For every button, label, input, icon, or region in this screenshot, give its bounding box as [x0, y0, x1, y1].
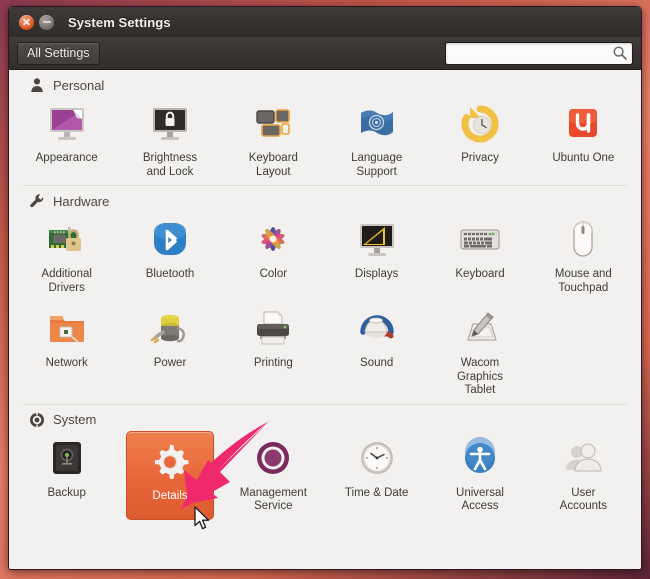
settings-item-printing[interactable]: Printing — [222, 301, 325, 404]
universal-access-icon — [456, 435, 504, 483]
section-title: System — [53, 412, 97, 427]
ubuntu-one-icon — [559, 100, 607, 148]
section-hardware: Hardware Additional Drivers Bluetooth Co… — [9, 185, 641, 404]
window-title: System Settings — [68, 14, 171, 30]
search-icon[interactable] — [612, 45, 628, 61]
section-header-hardware: Hardware — [9, 186, 641, 212]
mouse-touchpad-icon — [559, 216, 607, 264]
section-title: Hardware — [53, 193, 110, 209]
settings-item-privacy[interactable]: Privacy — [428, 96, 531, 185]
close-icon[interactable] — [19, 14, 34, 30]
system-grid: Backup Details Management Service Time &… — [9, 430, 641, 520]
item-label: Backup — [47, 486, 86, 499]
settings-item-time-and-date[interactable]: Time & Date — [325, 431, 428, 520]
item-label: Displays — [354, 268, 399, 280]
management-service-icon — [249, 435, 297, 483]
item-label: Printing — [253, 357, 293, 369]
privacy-icon — [456, 100, 504, 148]
network-icon — [43, 305, 91, 353]
section-system: System Backup Details Management Service… — [9, 403, 641, 520]
settings-item-additional-drivers[interactable]: Additional Drivers — [15, 212, 118, 301]
desktop-background: System Settings All Settings Personal Ap… — [0, 0, 650, 579]
system-icon — [29, 411, 45, 428]
item-label: Bluetooth — [145, 268, 195, 280]
color-icon — [249, 216, 297, 264]
settings-item-displays[interactable]: Displays — [325, 212, 428, 301]
keyboard-layout-icon — [249, 100, 297, 148]
person-icon — [29, 77, 45, 93]
item-label: Additional Drivers — [41, 268, 92, 294]
search-input[interactable] — [446, 43, 632, 64]
system-settings-window: System Settings All Settings Personal Ap… — [8, 6, 642, 570]
displays-icon — [353, 216, 401, 264]
settings-item-keyboard-layout[interactable]: Keyboard Layout — [222, 96, 325, 185]
all-settings-button[interactable]: All Settings — [17, 41, 100, 65]
keyboard-icon — [456, 216, 504, 264]
minimize-icon[interactable] — [39, 14, 54, 30]
item-label: Management Service — [239, 486, 307, 513]
settings-item-details[interactable]: Details — [126, 430, 214, 520]
item-label: Keyboard Layout — [248, 152, 298, 178]
bluetooth-icon — [146, 216, 194, 264]
power-icon — [146, 305, 194, 353]
item-label: Ubuntu One — [552, 152, 615, 164]
item-label: Power — [153, 357, 187, 369]
settings-item-ubuntu-one[interactable]: Ubuntu One — [532, 96, 635, 185]
backup-icon — [43, 435, 91, 483]
settings-item-bluetooth[interactable]: Bluetooth — [118, 212, 221, 301]
toolbar: All Settings — [9, 37, 641, 70]
item-label: User Accounts — [559, 486, 607, 513]
settings-item-appearance[interactable]: Appearance — [15, 96, 118, 185]
printing-icon — [249, 305, 297, 353]
hardware-grid: Additional Drivers Bluetooth Color Displ… — [9, 212, 641, 404]
item-label: Mouse and Touchpad — [554, 268, 612, 294]
hardware-grid-spacer — [532, 301, 635, 404]
section-personal: Personal Appearance Brightness and Lock … — [9, 70, 641, 185]
section-header-personal: Personal — [9, 70, 641, 96]
appearance-icon — [43, 100, 91, 148]
item-label: Wacom Graphics Tablet — [456, 357, 503, 396]
settings-item-mouse-and-touchpad[interactable]: Mouse and Touchpad — [532, 212, 635, 301]
details-gear-icon — [146, 438, 194, 486]
settings-item-network[interactable]: Network — [15, 301, 118, 404]
settings-item-color[interactable]: Color — [222, 212, 325, 301]
item-label: Color — [259, 268, 288, 280]
item-label: Details — [152, 489, 188, 502]
item-label: Privacy — [461, 152, 499, 164]
settings-item-backup[interactable]: Backup — [15, 431, 118, 520]
wacom-tablet-icon — [456, 305, 504, 353]
item-label: Language Support — [351, 152, 403, 178]
settings-item-language-support[interactable]: Language Support — [325, 96, 428, 185]
item-label: Time & Date — [344, 486, 409, 499]
item-label: Network — [45, 357, 88, 369]
item-label: Keyboard — [455, 268, 505, 280]
section-title: Personal — [53, 77, 105, 93]
settings-item-power[interactable]: Power — [118, 301, 221, 404]
item-label: Universal Access — [456, 486, 504, 513]
item-label: Brightness and Lock — [142, 152, 198, 178]
settings-item-management-service[interactable]: Management Service — [222, 431, 325, 520]
settings-content: Personal Appearance Brightness and Lock … — [9, 70, 641, 569]
settings-item-keyboard[interactable]: Keyboard — [428, 212, 531, 301]
wrench-icon — [29, 193, 45, 209]
personal-grid: Appearance Brightness and Lock Keyboard … — [9, 96, 641, 185]
window-titlebar: System Settings — [9, 7, 641, 37]
section-header-system: System — [9, 405, 641, 431]
settings-item-sound[interactable]: Sound — [325, 301, 428, 404]
user-accounts-icon — [559, 435, 607, 483]
language-support-icon — [353, 100, 401, 148]
brightness-lock-icon — [146, 100, 194, 148]
sound-icon — [353, 305, 401, 353]
search-box[interactable] — [445, 42, 633, 65]
time-date-icon — [353, 435, 401, 483]
settings-item-user-accounts[interactable]: User Accounts — [532, 431, 635, 520]
item-label: Sound — [360, 357, 394, 369]
settings-item-wacom-graphics-tablet[interactable]: Wacom Graphics Tablet — [428, 301, 531, 404]
settings-item-brightness-and-lock[interactable]: Brightness and Lock — [118, 96, 221, 185]
additional-drivers-icon — [43, 216, 91, 264]
settings-item-universal-access[interactable]: Universal Access — [428, 431, 531, 520]
item-label: Appearance — [35, 152, 98, 164]
